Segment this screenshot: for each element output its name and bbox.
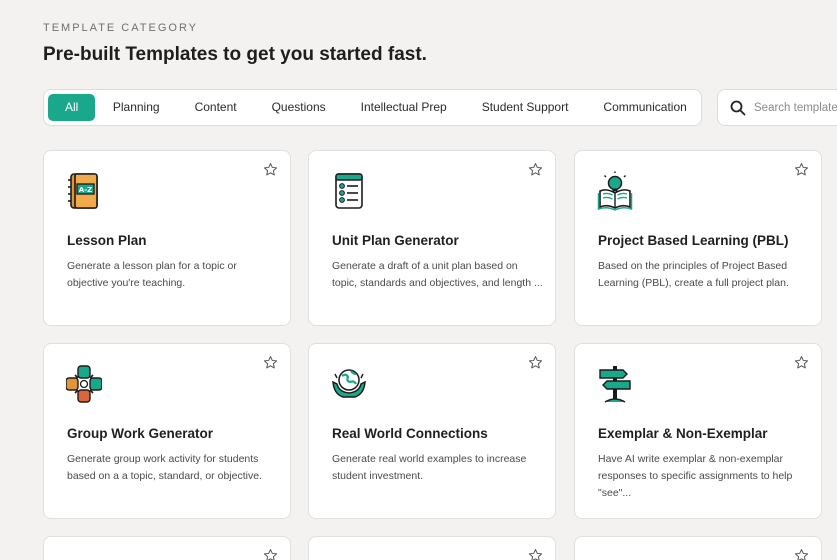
card-description: Generate a draft of a unit plan based on… xyxy=(332,260,543,289)
page-title: Pre-built Templates to get you started f… xyxy=(43,44,427,65)
card-description: Have AI write exemplar & non-exemplar re… xyxy=(598,453,793,499)
search-box xyxy=(717,89,837,126)
tab-content[interactable]: Content xyxy=(177,94,254,121)
template-card-lesson-plan[interactable]: A-Z Lesson Plan Generate a lesson plan f… xyxy=(43,150,291,326)
template-card-exemplar-non-exemplar[interactable]: Exemplar & Non-Exemplar Have AI write ex… xyxy=(574,343,822,519)
tabs-scroll-right-icon[interactable]: › xyxy=(698,100,701,115)
category-eyebrow: TEMPLATE CATEGORY xyxy=(43,22,199,34)
tab-student-support[interactable]: Student Support xyxy=(464,94,586,121)
tab-communication[interactable]: Communication xyxy=(586,94,701,121)
favorite-star-icon[interactable] xyxy=(528,355,543,370)
favorite-star-icon[interactable] xyxy=(794,355,809,370)
favorite-star-icon[interactable] xyxy=(528,548,543,560)
favorite-star-icon[interactable] xyxy=(794,162,809,177)
template-card-partial[interactable] xyxy=(574,536,822,560)
favorite-star-icon[interactable] xyxy=(263,548,278,560)
card-description: Based on the principles of Project Based… xyxy=(598,260,789,289)
tab-intellectual-prep[interactable]: Intellectual Prep xyxy=(343,94,464,121)
card-description: Generate group work activity for student… xyxy=(67,453,262,482)
favorite-star-icon[interactable] xyxy=(528,162,543,177)
tab-planning[interactable]: Planning xyxy=(95,94,177,121)
lightbulb-book-icon xyxy=(597,171,633,211)
card-title: Group Work Generator xyxy=(67,426,214,441)
card-title: Project Based Learning (PBL) xyxy=(598,233,789,248)
checklist-icon xyxy=(335,173,363,209)
template-card-unit-plan-generator[interactable]: Unit Plan Generator Generate a draft of … xyxy=(308,150,556,326)
template-card-group-work-generator[interactable]: Group Work Generator Generate group work… xyxy=(43,343,291,519)
category-tabs: All Planning Content Questions Intellect… xyxy=(43,89,702,126)
search-icon xyxy=(730,100,746,115)
card-description: Generate a lesson plan for a topic or ob… xyxy=(67,260,237,289)
template-card-project-based-learning[interactable]: Project Based Learning (PBL) Based on th… xyxy=(574,150,822,326)
globe-hands-icon xyxy=(332,369,366,398)
card-title: Lesson Plan xyxy=(67,233,147,248)
search-input[interactable] xyxy=(754,101,837,114)
favorite-star-icon[interactable] xyxy=(263,355,278,370)
signpost-icon xyxy=(599,366,631,403)
favorite-star-icon[interactable] xyxy=(263,162,278,177)
template-card-real-world-connections[interactable]: Real World Connections Generate real wor… xyxy=(308,343,556,519)
template-card-partial[interactable] xyxy=(308,536,556,560)
tab-questions[interactable]: Questions xyxy=(254,94,343,121)
card-title: Exemplar & Non-Exemplar xyxy=(598,426,768,441)
a-z-notebook-icon: A-Z xyxy=(68,173,98,209)
svg-text:A-Z: A-Z xyxy=(79,186,92,194)
card-title: Real World Connections xyxy=(332,426,488,441)
tab-all[interactable]: All xyxy=(48,94,96,121)
template-card-partial[interactable] xyxy=(43,536,291,560)
group-hands-icon xyxy=(66,365,102,403)
card-title: Unit Plan Generator xyxy=(332,233,459,248)
favorite-star-icon[interactable] xyxy=(794,548,809,560)
card-description: Generate real world examples to increase… xyxy=(332,453,527,482)
